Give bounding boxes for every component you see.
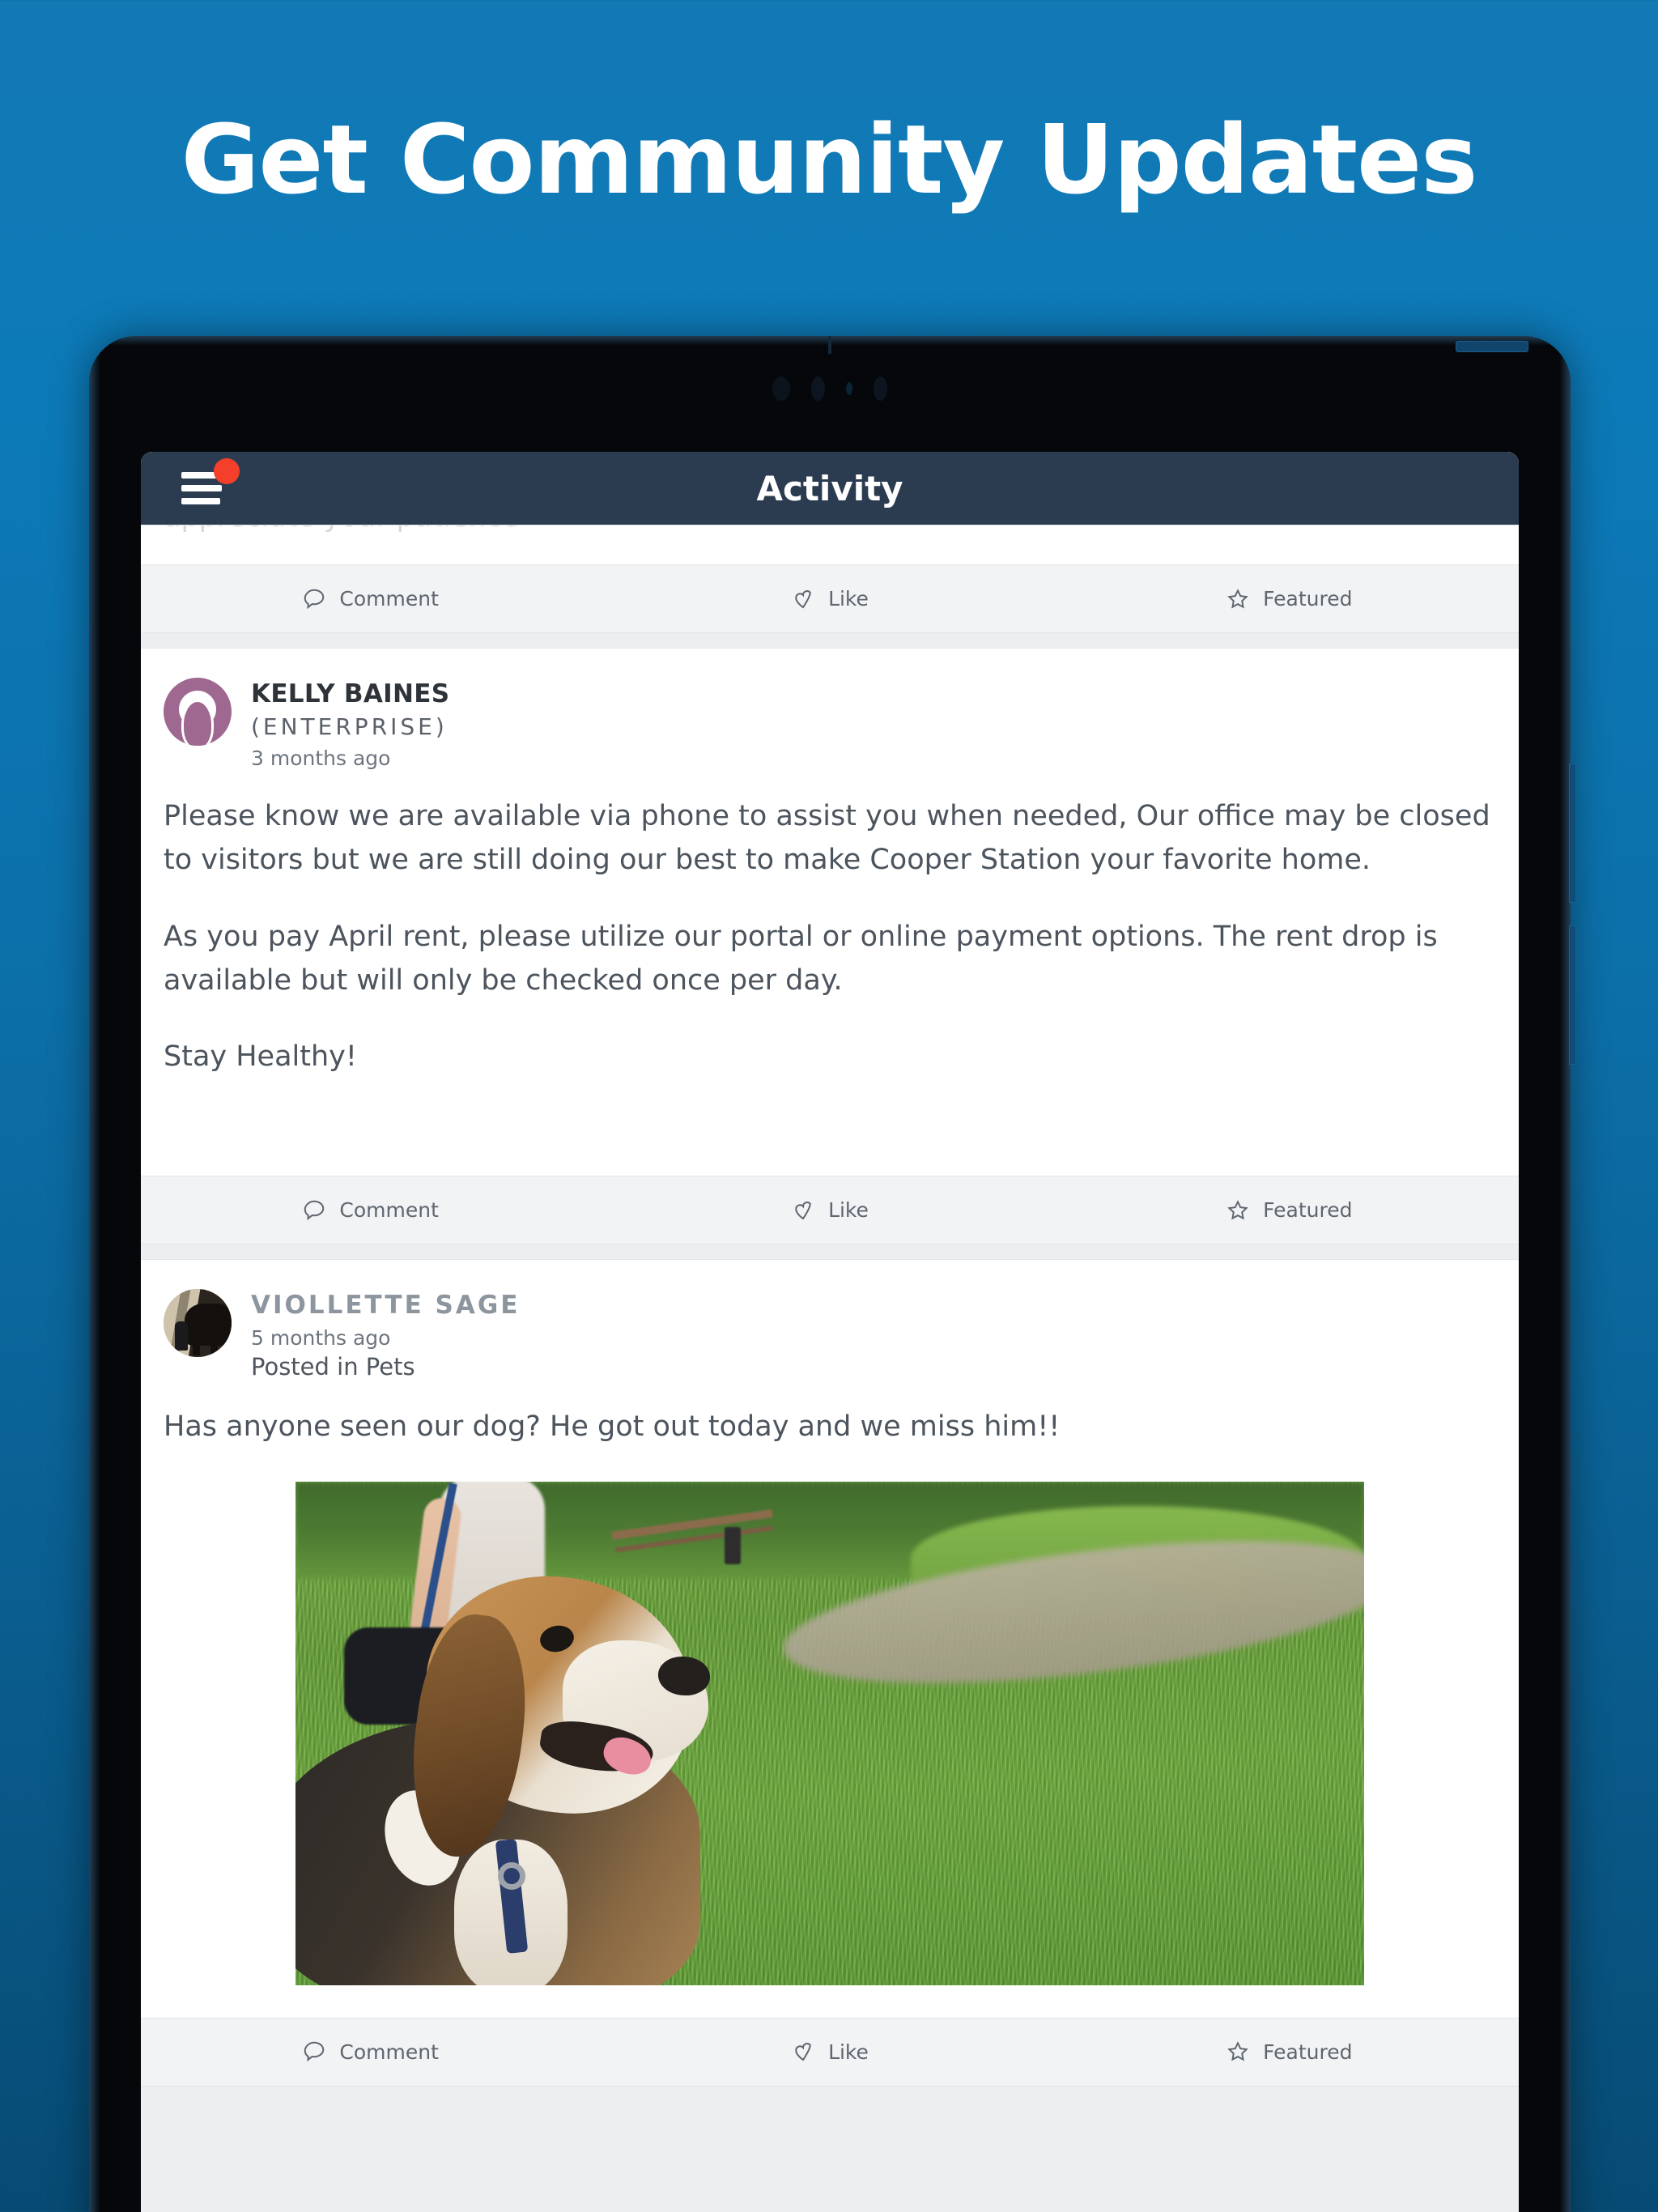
page-title: Activity — [756, 468, 903, 508]
beagle-dog-on-grass-photo[interactable] — [295, 1481, 1364, 1985]
post-photo-container[interactable] — [141, 1481, 1519, 1985]
partial-post-text-line: appreciate your patience — [164, 525, 519, 534]
featured-button[interactable]: Featured — [1060, 565, 1519, 632]
post-action-bar: Comment Like Featured — [141, 1176, 1519, 1244]
post-body: Please know we are available via phone t… — [141, 770, 1519, 1078]
volume-up-button[interactable] — [1569, 764, 1576, 903]
comment-button[interactable]: Comment — [141, 2018, 600, 2086]
post-paragraph: Stay Healthy! — [164, 1040, 357, 1073]
heart-icon — [795, 2043, 811, 2061]
app-header-bar: Activity — [141, 452, 1519, 525]
comment-label: Comment — [339, 2040, 439, 2064]
star-icon — [1227, 1199, 1248, 1220]
photo-dog-nose — [658, 1656, 710, 1695]
featured-label: Featured — [1263, 2040, 1353, 2064]
post-header: KELLY BAINES (ENTERPRISE) 3 months ago — [141, 649, 1519, 770]
volume-down-button[interactable] — [1569, 925, 1576, 1065]
feed-post-kelly-baines: KELLY BAINES (ENTERPRISE) 3 months ago P… — [141, 648, 1519, 1245]
like-label: Like — [828, 2040, 869, 2064]
avatar-photo-person — [175, 1321, 188, 1351]
comment-button[interactable]: Comment — [141, 565, 600, 632]
device-antenna-line — [828, 336, 831, 354]
heart-icon — [795, 589, 811, 608]
comment-icon — [304, 1200, 325, 1220]
tablet-device-frame: Activity appreciate your patience Commen… — [89, 336, 1576, 2212]
comment-button[interactable]: Comment — [141, 1176, 600, 1244]
post-bottom-spacer — [141, 1078, 1519, 1176]
comment-label: Comment — [339, 1198, 439, 1223]
like-button[interactable]: Like — [600, 1176, 1059, 1244]
post-timestamp: 3 months ago — [251, 747, 391, 770]
heart-icon — [795, 1201, 811, 1220]
hamburger-bar-3 — [181, 498, 220, 504]
star-icon — [1227, 2041, 1248, 2061]
avatar-photo-horse — [185, 1304, 232, 1346]
post-header: VIOLLETTE SAGE 5 months ago Posted in Pe… — [141, 1260, 1519, 1380]
post-action-bar: Comment Like Featured — [141, 2017, 1519, 2086]
comment-label: Comment — [339, 587, 439, 610]
featured-label: Featured — [1263, 587, 1353, 610]
photo-dog-tag-ring — [498, 1861, 525, 1890]
avatar-photo-horse-leg — [193, 1334, 200, 1356]
post-timestamp: 5 months ago — [251, 1326, 391, 1351]
avatar[interactable] — [164, 1289, 232, 1358]
post-author-name[interactable]: KELLY BAINES — [251, 679, 449, 708]
featured-label: Featured — [1263, 1198, 1353, 1223]
post-meta: KELLY BAINES (ENTERPRISE) 3 months ago — [251, 678, 449, 770]
device-corner-antenna — [1456, 341, 1528, 352]
post-category: Posted in Pets — [251, 1353, 415, 1381]
page-headline: Get Community Updates — [181, 104, 1478, 215]
avatar[interactable] — [164, 678, 232, 746]
camera-lens-icon — [772, 376, 790, 401]
hamburger-bar-2 — [181, 485, 222, 491]
post-body: Has anyone seen our dog? He got out toda… — [141, 1380, 1519, 1448]
post-paragraph: Has anyone seen our dog? He got out toda… — [164, 1410, 1061, 1444]
avatar-photo-horse-leg — [210, 1334, 218, 1356]
feed-post-partial: appreciate your patience Comment Like — [141, 525, 1519, 633]
sensor-icon — [846, 382, 852, 395]
post-paragraph: As you pay April rent, please utilize ou… — [164, 920, 1438, 997]
star-icon — [1227, 588, 1248, 608]
speaker-slit-icon — [874, 376, 887, 401]
like-label: Like — [828, 587, 869, 610]
featured-button[interactable]: Featured — [1060, 1176, 1519, 1244]
camera-lens-secondary-icon — [811, 376, 825, 401]
comment-icon — [304, 2041, 325, 2062]
partial-post-text: appreciate your patience — [141, 525, 1519, 564]
comment-icon — [304, 589, 325, 609]
feed-post-viollette-sage: VIOLLETTE SAGE 5 months ago Posted in Pe… — [141, 1259, 1519, 2087]
like-button[interactable]: Like — [600, 565, 1059, 632]
post-author-name[interactable]: VIOLLETTE SAGE — [251, 1291, 520, 1320]
activity-feed[interactable]: appreciate your patience Comment Like — [141, 525, 1519, 2212]
post-action-bar: Comment Like Featured — [141, 564, 1519, 632]
post-bottom-spacer — [141, 1449, 1519, 1482]
like-button[interactable]: Like — [600, 2018, 1059, 2086]
post-author-affiliation: (ENTERPRISE) — [251, 713, 448, 740]
featured-button[interactable]: Featured — [1060, 2018, 1519, 2086]
front-camera-cluster — [696, 375, 963, 402]
post-photo-spacer — [141, 1985, 1519, 2018]
notification-badge-dot[interactable] — [214, 458, 240, 484]
photo-trash-bin — [725, 1526, 741, 1564]
post-meta: VIOLLETTE SAGE 5 months ago Posted in Pe… — [251, 1289, 520, 1380]
app-screen: Activity appreciate your patience Commen… — [141, 452, 1519, 2212]
like-label: Like — [828, 1198, 869, 1223]
post-paragraph: Please know we are available via phone t… — [164, 800, 1490, 877]
